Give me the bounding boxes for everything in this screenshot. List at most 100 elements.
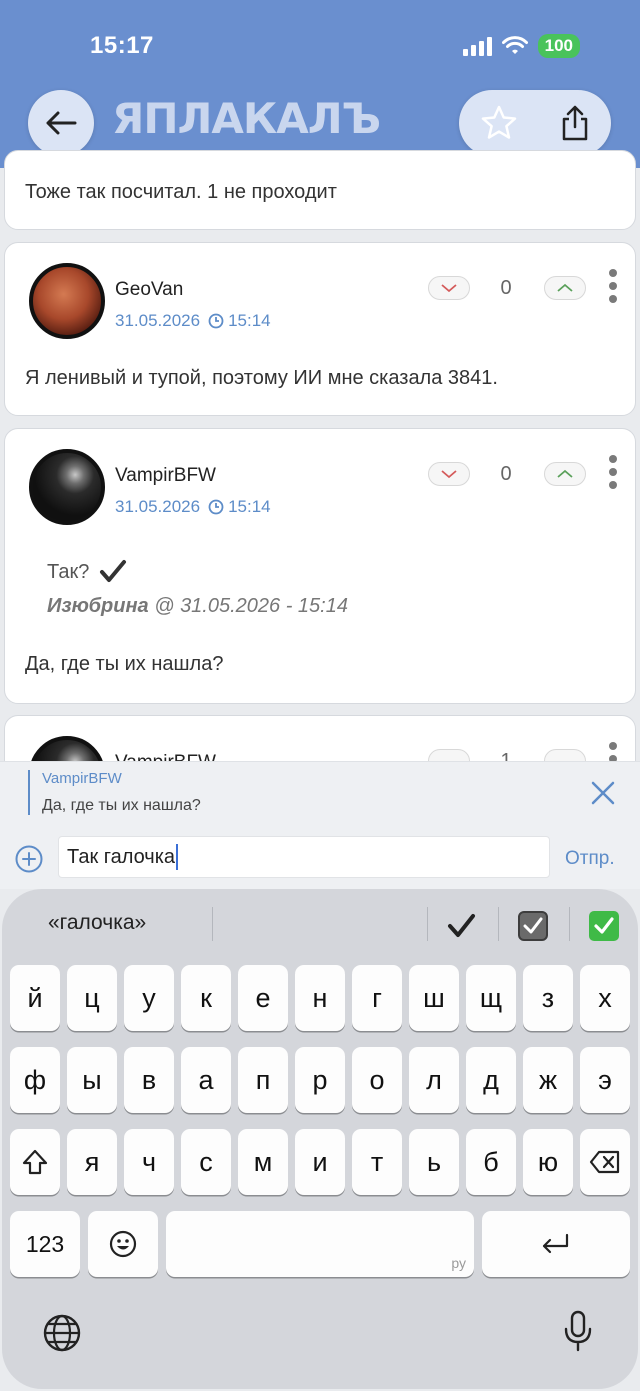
- chevron-up-icon: [557, 469, 573, 478]
- key-ц[interactable]: ц: [67, 965, 117, 1031]
- key-б[interactable]: б: [466, 1129, 516, 1195]
- reply-panel: VampirBFW Да, где ты их нашла? Так галоч…: [0, 761, 640, 889]
- key-ш[interactable]: ш: [409, 965, 459, 1031]
- key-п[interactable]: п: [238, 1047, 288, 1113]
- numbers-key[interactable]: 123: [10, 1211, 80, 1277]
- suggestion-word[interactable]: «галочка»: [48, 911, 146, 935]
- key-у[interactable]: у: [124, 965, 174, 1031]
- key-к[interactable]: к: [181, 965, 231, 1031]
- key-е[interactable]: е: [238, 965, 288, 1031]
- key-ф[interactable]: ф: [10, 1047, 60, 1113]
- post-author[interactable]: VampirBFW: [115, 465, 216, 487]
- text-caret: [176, 844, 179, 870]
- key-ж[interactable]: ж: [523, 1047, 573, 1113]
- key-в[interactable]: в: [124, 1047, 174, 1113]
- more-options-button[interactable]: [609, 269, 617, 303]
- clock-icon: [208, 313, 224, 329]
- key-ю[interactable]: ю: [523, 1129, 573, 1195]
- key-й[interactable]: й: [10, 965, 60, 1031]
- date-text: 31.05.2026: [115, 311, 201, 330]
- emoji-icon: [109, 1230, 137, 1258]
- return-key[interactable]: [482, 1211, 630, 1277]
- quote-text: Так?: [47, 559, 127, 585]
- time-text: 15:14: [228, 497, 271, 516]
- key-э[interactable]: э: [580, 1047, 630, 1113]
- key-х[interactable]: х: [580, 965, 630, 1031]
- battery-indicator: 100: [537, 34, 580, 58]
- green-check-emoji-icon[interactable]: [589, 911, 619, 941]
- share-icon[interactable]: [558, 103, 592, 143]
- reply-to-text: Да, где ты их нашла?: [42, 797, 201, 814]
- backspace-key[interactable]: [580, 1129, 630, 1195]
- key-и[interactable]: и: [295, 1129, 345, 1195]
- key-с[interactable]: с: [181, 1129, 231, 1195]
- cellular-signal-icon: [462, 36, 492, 56]
- backspace-icon: [589, 1150, 620, 1174]
- post-text: Я ленивый и тупой, поэтому ИИ мне сказал…: [25, 367, 498, 389]
- key-г[interactable]: г: [352, 965, 402, 1031]
- checkbox-emoji-icon[interactable]: [518, 911, 548, 941]
- upvote-button[interactable]: [544, 462, 586, 486]
- key-л[interactable]: л: [409, 1047, 459, 1113]
- app-header: 15:17 100 ЯПЛАКАЛЪ: [0, 0, 640, 168]
- key-ы[interactable]: ы: [67, 1047, 117, 1113]
- space-key[interactable]: ру: [166, 1211, 474, 1277]
- vote-count: 0: [500, 463, 512, 485]
- microphone-icon[interactable]: [561, 1309, 595, 1353]
- key-д[interactable]: д: [466, 1047, 516, 1113]
- downvote-button[interactable]: [428, 462, 470, 486]
- back-button[interactable]: [28, 90, 94, 156]
- key-о[interactable]: о: [352, 1047, 402, 1113]
- status-time: 15:17: [90, 32, 154, 59]
- checkmark-emoji-icon[interactable]: [446, 911, 476, 941]
- checkmark-icon: [100, 560, 127, 582]
- vote-count: 0: [500, 277, 512, 299]
- post-author[interactable]: GeoVan: [115, 279, 183, 301]
- globe-icon[interactable]: [42, 1313, 82, 1353]
- date-text: 31.05.2026: [115, 497, 201, 516]
- key-т[interactable]: т: [352, 1129, 402, 1195]
- post-card: Тоже так посчитал. 1 не проходит: [4, 150, 636, 230]
- upvote-button[interactable]: [544, 276, 586, 300]
- downvote-button[interactable]: [428, 276, 470, 300]
- key-з[interactable]: з: [523, 965, 573, 1031]
- post-text: Да, где ты их нашла?: [25, 653, 224, 675]
- shift-key[interactable]: [10, 1129, 60, 1195]
- close-icon[interactable]: [590, 780, 616, 806]
- message-input-value: Так галочка: [67, 845, 176, 868]
- status-indicators: 100: [462, 34, 580, 58]
- message-input[interactable]: Так галочка: [58, 836, 550, 878]
- key-р[interactable]: р: [295, 1047, 345, 1113]
- clock-icon: [208, 499, 224, 515]
- quote-meta: Изюбрина @ 31.05.2026 - 15:14: [47, 595, 348, 618]
- post-card: VampirBFW 31.05.2026 15:14 0 Так? Изюбри…: [4, 428, 636, 704]
- quote-body: Так?: [47, 560, 90, 583]
- key-я[interactable]: я: [67, 1129, 117, 1195]
- key-а[interactable]: а: [181, 1047, 231, 1113]
- star-icon[interactable]: [479, 103, 519, 143]
- key-щ[interactable]: щ: [466, 965, 516, 1031]
- add-attachment-icon[interactable]: [14, 844, 44, 874]
- key-н[interactable]: н: [295, 965, 345, 1031]
- chevron-up-icon: [557, 283, 573, 292]
- avatar[interactable]: [29, 449, 105, 525]
- return-icon: [542, 1233, 569, 1254]
- chevron-down-icon: [441, 470, 457, 479]
- key-ч[interactable]: ч: [124, 1129, 174, 1195]
- key-м[interactable]: м: [238, 1129, 288, 1195]
- time-text: 15:14: [228, 311, 271, 330]
- emoji-key[interactable]: [88, 1211, 158, 1277]
- reply-quote: VampirBFW Да, где ты их нашла?: [28, 770, 201, 815]
- avatar[interactable]: [29, 263, 105, 339]
- send-button[interactable]: Отпр.: [565, 848, 615, 870]
- arrow-left-icon: [46, 111, 77, 135]
- site-logo[interactable]: ЯПЛАКАЛЪ: [112, 94, 381, 143]
- quote-author[interactable]: Изюбрина: [47, 595, 149, 617]
- header-actions: [459, 90, 611, 156]
- post-date: 31.05.2026 15:14: [115, 497, 271, 517]
- more-options-button[interactable]: [609, 455, 617, 489]
- post-card: GeoVan 31.05.2026 15:14 0 Я ленивый и ту…: [4, 242, 636, 416]
- keyboard-language-label: ру: [451, 1255, 466, 1271]
- key-ь[interactable]: ь: [409, 1129, 459, 1195]
- quote-date: @ 31.05.2026 - 15:14: [154, 595, 348, 617]
